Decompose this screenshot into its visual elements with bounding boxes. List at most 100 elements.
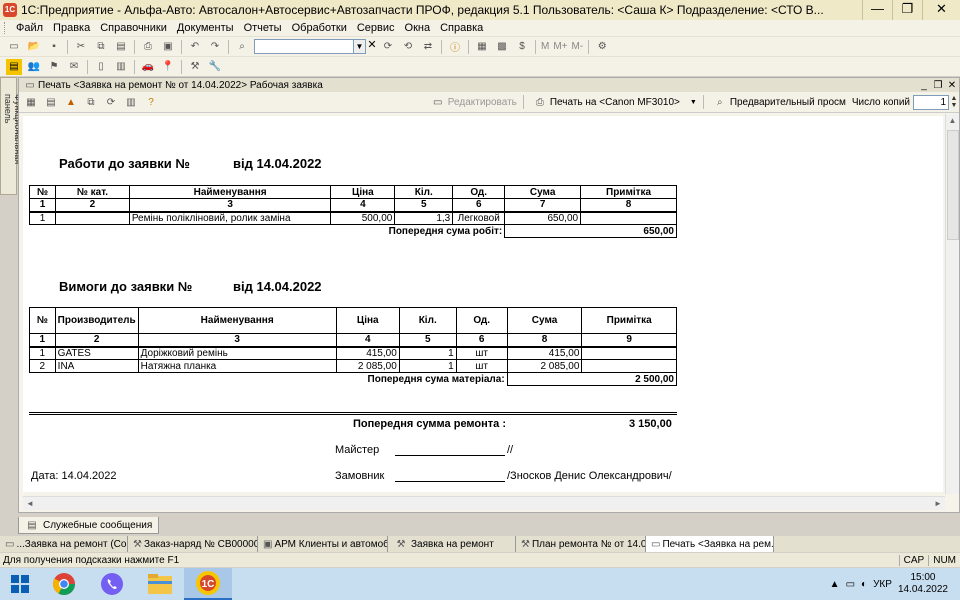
preview-button[interactable]: ⌕Предварительный просмотр xyxy=(707,94,849,110)
menu-reports[interactable]: Отчеты xyxy=(239,22,287,34)
search-icon[interactable]: ⌕ xyxy=(234,39,250,55)
vertical-scrollbar[interactable]: ▲ xyxy=(945,114,959,494)
tools-icon[interactable]: ⚙ xyxy=(594,39,610,55)
window-tab-repair-request-list[interactable]: ▭ ...Заявка на ремонт (Со... xyxy=(0,536,128,552)
scroll-left-icon[interactable]: ◄ xyxy=(23,497,37,511)
memory-mplus-button[interactable]: M+ xyxy=(553,41,567,52)
copies-input[interactable]: 1 xyxy=(913,94,949,110)
copy-icon[interactable]: ⧉ xyxy=(93,39,109,55)
book-icon[interactable]: ▯ xyxy=(93,59,109,75)
new-document-icon[interactable]: ▭ xyxy=(6,39,22,55)
car-icon[interactable]: 🚗 xyxy=(140,59,156,75)
menu-catalogs[interactable]: Справочники xyxy=(95,22,172,34)
copies-spinner[interactable]: ▲ ▼ xyxy=(949,95,959,110)
1c-taskbar-button[interactable]: 1С xyxy=(184,568,232,600)
table-row: 1 GATES Доріжковий ремінь 415,00 1 шт 41… xyxy=(29,346,677,360)
chat-icon[interactable]: ✉ xyxy=(66,59,82,75)
network-icon[interactable]: ▭ xyxy=(846,579,855,590)
save-icon[interactable]: ▪ xyxy=(46,39,62,55)
function-panel-icon[interactable]: ▤ xyxy=(6,58,22,75)
service-messages-tab[interactable]: ▤ Служебные сообщения xyxy=(18,517,160,534)
window-tab-repair-request[interactable]: ⚒ Заявка на ремонт xyxy=(388,536,516,552)
doc-close-button[interactable]: ✕ xyxy=(945,80,959,91)
magnifier-icon: ⌕ xyxy=(717,96,723,108)
clients-icon[interactable]: ⚑ xyxy=(46,59,62,75)
volume-icon[interactable]: ◐ xyxy=(861,579,867,590)
window-tab-arm-clients[interactable]: ▣ АРМ Клиенты и автомоб... xyxy=(258,536,388,552)
windows-start-button[interactable] xyxy=(0,568,40,600)
delete-icon[interactable]: ▥ xyxy=(123,94,139,110)
function-side-panel[interactable]: Функциональная панель xyxy=(0,77,23,195)
currency-icon[interactable]: $ xyxy=(514,39,530,55)
cut-icon[interactable]: ✂ xyxy=(73,39,89,55)
grand-total-divider xyxy=(29,412,677,415)
edit-button[interactable]: ▭ Редактировать xyxy=(425,94,520,110)
windows-taskbar: 1С ▲ ▭ ◐ УКР 15:00 14.04.2022 xyxy=(0,568,960,600)
chevron-down-icon[interactable]: ▼ xyxy=(354,39,366,54)
menu-documents[interactable]: Документы xyxy=(172,22,239,34)
scroll-right-icon[interactable]: ► xyxy=(931,497,945,511)
scroll-up-icon[interactable]: ▲ xyxy=(946,114,959,128)
replace-icon[interactable]: ⇄ xyxy=(420,39,436,55)
search-combo-input[interactable] xyxy=(254,39,354,54)
redo-icon[interactable]: ↷ xyxy=(207,39,223,55)
help-icon[interactable]: ? xyxy=(143,94,159,110)
wrench-doc-icon: ⚒ xyxy=(133,538,142,550)
file-explorer-taskbar-button[interactable] xyxy=(136,568,184,600)
copy-doc-icon[interactable]: ⧉ xyxy=(83,94,99,110)
wrench-icon[interactable]: 🔧 xyxy=(207,59,223,75)
language-indicator[interactable]: УКР xyxy=(873,579,892,590)
window-tab-print[interactable]: ▭ Печать <Заявка на рем... xyxy=(646,536,774,552)
paste-icon[interactable]: ▤ xyxy=(113,39,129,55)
status-hint: Для получения подсказки нажмите F1 xyxy=(3,554,180,566)
minimize-button[interactable]: — xyxy=(862,0,892,20)
clear-search-icon[interactable]: ✕ xyxy=(366,39,378,54)
menu-processing[interactable]: Обработки xyxy=(287,22,352,34)
grid-icon[interactable]: ▦ xyxy=(23,94,39,110)
tray-arrow-icon[interactable]: ▲ xyxy=(830,579,840,590)
doc-minimize-button[interactable]: _ xyxy=(917,80,931,91)
find-next-icon[interactable]: ⟳ xyxy=(380,39,396,55)
clock-time: 15:00 xyxy=(910,572,936,583)
window-tab-work-order[interactable]: ⚒ Заказ-наряд № СВ00000... xyxy=(128,536,258,552)
restore-button[interactable]: ❐ xyxy=(892,0,922,20)
refresh-icon[interactable]: ⟳ xyxy=(103,94,119,110)
horizontal-scrollbar[interactable]: ◄ ► xyxy=(23,496,945,510)
close-button[interactable]: ✕ xyxy=(922,0,960,20)
menu-windows[interactable]: Окна xyxy=(400,22,436,34)
pin-icon[interactable]: 📍 xyxy=(160,59,176,75)
reports-icon[interactable]: ▥ xyxy=(113,59,129,75)
print-preview-icon[interactable]: ▣ xyxy=(160,39,176,55)
calendar-icon[interactable]: ▩ xyxy=(494,39,510,55)
menu-service[interactable]: Сервис xyxy=(352,22,400,34)
export-icon[interactable]: ▲ xyxy=(63,94,79,110)
find-prev-icon[interactable]: ⟲ xyxy=(400,39,416,55)
document-title: Печать <Заявка на ремонт № от 14.04.2022… xyxy=(38,79,323,91)
print-icon[interactable]: ⎙ xyxy=(140,39,156,55)
chrome-taskbar-button[interactable] xyxy=(40,568,88,600)
open-icon[interactable]: 📂 xyxy=(26,39,42,55)
menu-edit[interactable]: Правка xyxy=(48,22,95,34)
clock[interactable]: 15:00 14.04.2022 xyxy=(898,572,948,596)
customer-signature-line xyxy=(395,470,505,482)
print-to-printer-button[interactable]: ⎙ Печать на <Canon MF3010> ▼ xyxy=(527,94,700,110)
scroll-thumb[interactable] xyxy=(947,130,959,240)
materials-total-value: 2 500,00 xyxy=(506,372,678,386)
memory-mminus-button[interactable]: M- xyxy=(572,41,584,52)
menu-help[interactable]: Справка xyxy=(435,22,488,34)
folder-icon xyxy=(148,574,172,594)
window-tab-repair-plan[interactable]: ⚒ План ремонта № от 14.0... xyxy=(516,536,646,552)
users-icon[interactable]: 👥 xyxy=(26,59,42,75)
memory-m-button[interactable]: M xyxy=(541,41,549,52)
plan-icon: ⚒ xyxy=(521,538,530,550)
settings-icon[interactable]: ⚒ xyxy=(187,59,203,75)
undo-icon[interactable]: ↶ xyxy=(187,39,203,55)
customer-label: Замовник xyxy=(335,470,385,482)
table-icon[interactable]: ▤ xyxy=(43,94,59,110)
windows-logo-icon xyxy=(11,575,29,593)
doc-restore-button[interactable]: ❐ xyxy=(931,80,945,91)
calculator-icon[interactable]: ▦ xyxy=(474,39,490,55)
info-icon[interactable]: ⓘ xyxy=(447,39,463,55)
viber-taskbar-button[interactable] xyxy=(88,568,136,600)
menu-file[interactable]: Файл xyxy=(11,22,48,34)
